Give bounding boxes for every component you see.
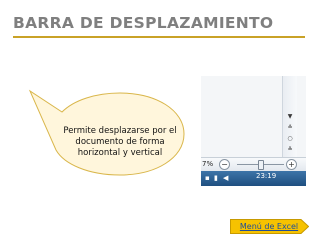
system-clock: 23:19 xyxy=(256,172,277,180)
excel-scrollbar-screenshot: ▼ ≛ ○ ≚ 7% − + ▪ ▮ ◀ 23:19 xyxy=(201,76,306,186)
excel-menu-link-label[interactable]: Menú de Excel xyxy=(236,221,302,232)
windows-taskbar: ▪ ▮ ◀ 23:19 xyxy=(201,171,306,186)
zoom-slider-thumb[interactable] xyxy=(257,160,264,170)
zoom-in-button[interactable]: + xyxy=(286,159,297,170)
select-browse-object-icon[interactable]: ○ xyxy=(283,135,297,143)
callout-text: Permite desplazarse por el documento de … xyxy=(63,126,177,158)
zoom-out-button[interactable]: − xyxy=(219,159,230,170)
zoom-bar: 7% − + xyxy=(201,157,306,171)
excel-menu-link-button[interactable]: Menú de Excel xyxy=(230,219,309,234)
callout-bubble: Permite desplazarse por el documento de … xyxy=(28,88,198,184)
zoom-percentage: 7% xyxy=(202,160,214,168)
next-page-icon[interactable]: ≚ xyxy=(283,146,297,154)
speaker-icon[interactable]: ◀ xyxy=(223,175,228,182)
slide-title: BARRA DE DESPLAZAMIENTO xyxy=(13,14,274,32)
title-underline xyxy=(13,36,305,38)
network-icon[interactable]: ▮ xyxy=(214,175,218,182)
flag-icon[interactable]: ▪ xyxy=(205,175,210,182)
vertical-scrollbar[interactable]: ▼ ≛ ○ ≚ xyxy=(282,76,297,159)
previous-page-icon[interactable]: ≛ xyxy=(283,124,297,132)
scroll-down-arrow-icon[interactable]: ▼ xyxy=(283,113,297,121)
